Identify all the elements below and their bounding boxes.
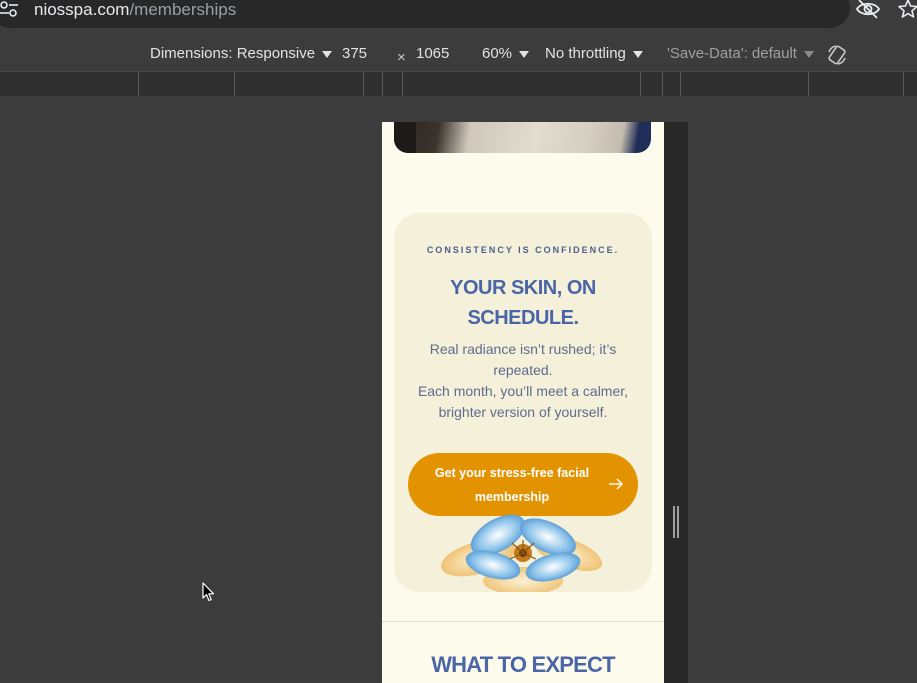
height-input[interactable]: 1065 xyxy=(416,45,449,63)
eyebrow-text: CONSISTENCY IS CONFIDENCE. xyxy=(426,245,620,255)
membership-card: CONSISTENCY IS CONFIDENCE. YOUR SKIN, ON… xyxy=(394,213,652,592)
body-line: Each month, you’ll meet a calmer, bright… xyxy=(417,383,629,420)
card-headline: YOUR SKIN, ON SCHEDULE. xyxy=(404,273,642,333)
media-query-bar[interactable] xyxy=(0,71,917,98)
chevron-down-icon xyxy=(803,50,814,58)
address-bar: niosspa.com/memberships xyxy=(0,0,917,28)
url-path: /memberships xyxy=(129,0,237,19)
chevron-down-icon xyxy=(519,50,530,58)
headline-line: SCHEDULE. xyxy=(467,307,579,329)
headline-line: YOUR SKIN, ON xyxy=(450,277,596,299)
url-text[interactable]: niosspa.com/memberships xyxy=(34,0,236,20)
chevron-down-icon xyxy=(322,50,333,58)
arrow-right-icon xyxy=(609,478,623,490)
save-data-label: 'Save-Data': default xyxy=(667,45,797,62)
rotate-icon[interactable] xyxy=(826,44,848,66)
throttling-label: No throttling xyxy=(545,45,626,62)
chevron-down-icon xyxy=(632,50,643,58)
section-divider xyxy=(382,621,664,622)
times-symbol: × xyxy=(397,49,406,66)
mouse-pointer-icon xyxy=(202,582,215,602)
save-data-dropdown[interactable]: 'Save-Data': default xyxy=(667,45,814,63)
site-settings-icon[interactable] xyxy=(0,0,20,20)
width-input[interactable]: 375 xyxy=(342,45,367,63)
zoom-label: 60% xyxy=(482,45,513,62)
eye-slash-icon[interactable] xyxy=(855,0,881,20)
zoom-dropdown[interactable]: 60% xyxy=(482,45,530,63)
dimensions-label: Dimensions: Responsive xyxy=(150,45,316,62)
glass-flower-image xyxy=(441,514,603,592)
hero-photo xyxy=(394,122,651,153)
card-body: Real radiance isn’t rushed; it’s repeate… xyxy=(402,339,644,423)
bookmark-star-icon[interactable] xyxy=(897,0,917,20)
body-line: Real radiance isn’t rushed; it’s repeate… xyxy=(429,341,617,378)
membership-cta-button[interactable]: Get your stress-free facial membership xyxy=(408,453,638,516)
resize-handle-icon[interactable] xyxy=(672,506,680,538)
cta-label: Get your stress-free facial membership xyxy=(434,466,590,504)
url-host: niosspa.com xyxy=(34,0,130,19)
scrollbar[interactable] xyxy=(664,122,688,683)
throttling-dropdown[interactable]: No throttling xyxy=(545,45,643,63)
section-title: WHAT TO EXPECT xyxy=(431,652,615,677)
dimensions-dropdown[interactable]: Dimensions: Responsive xyxy=(150,45,333,63)
device-toolbar: Dimensions: Responsive 375 × 1065 60% No… xyxy=(0,37,917,71)
emulated-page: CONSISTENCY IS CONFIDENCE. YOUR SKIN, ON… xyxy=(382,122,664,683)
